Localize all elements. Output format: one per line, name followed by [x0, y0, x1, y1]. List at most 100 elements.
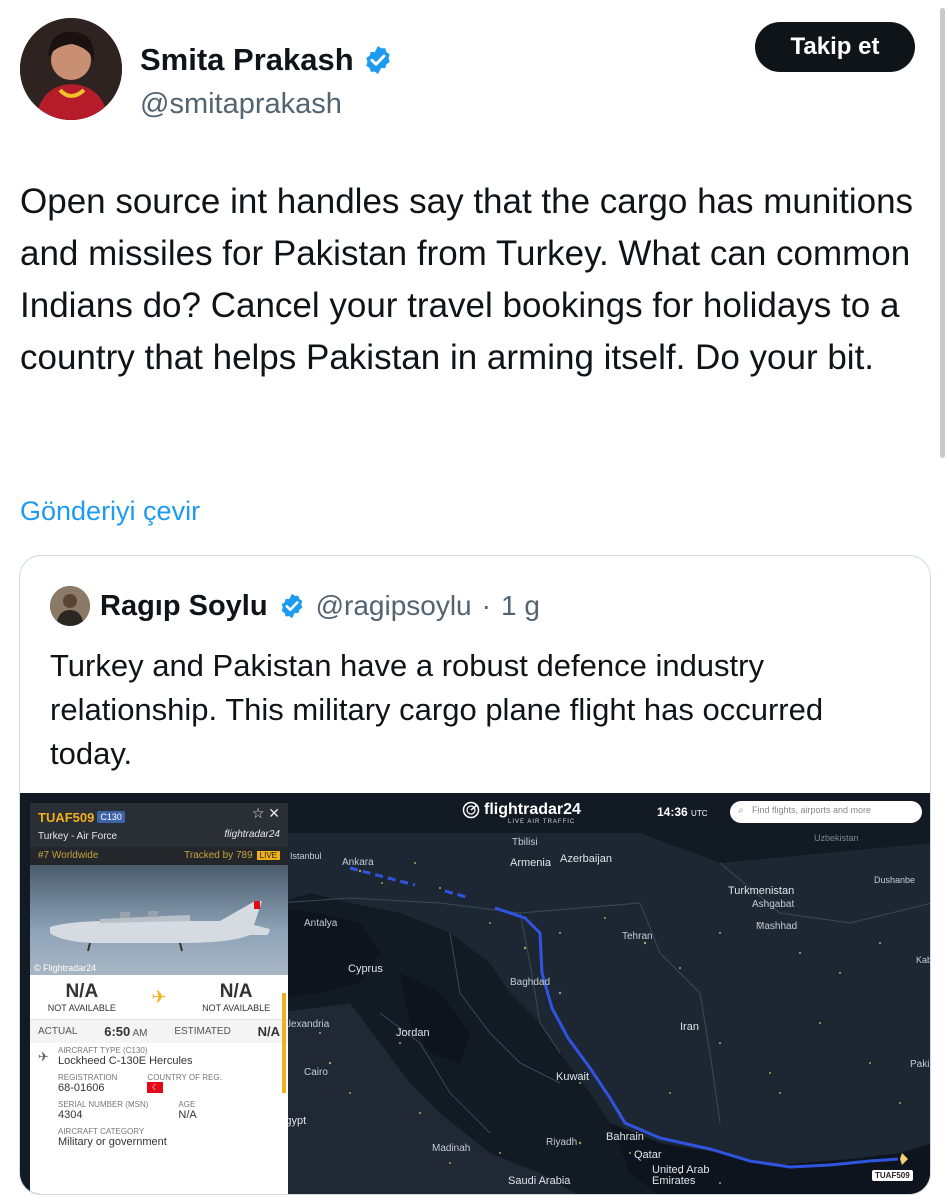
destination-code: N/A — [219, 981, 253, 1002]
map-label: Ankara — [342, 857, 374, 868]
flightradar-logo-subtitle: LIVE AIR TRAFFIC — [508, 819, 576, 825]
close-icon[interactable]: ☆ ✕ — [252, 805, 280, 822]
age-label: AGE — [178, 1100, 196, 1109]
serial-value: 4304 — [58, 1109, 83, 1121]
actual-label: ACTUAL — [38, 1026, 78, 1037]
actual-time: 6:50 AM — [104, 1024, 147, 1039]
map-label: Mashhad — [756, 921, 798, 932]
translate-post-link[interactable]: Gönderiyi çevir — [20, 496, 200, 527]
route-row: N/A NOT AVAILABLE ✈ N/A NOT AVAILABLE — [30, 975, 288, 1020]
map-label: Madinah — [432, 1143, 471, 1154]
quoted-tweet-card[interactable]: Ragıp Soylu @ragipsoylu · 1 g Turkey and… — [19, 555, 931, 1195]
quoted-tweet-header: Ragıp Soylu @ragipsoylu · 1 g — [50, 586, 540, 626]
destination-airport[interactable]: N/A NOT AVAILABLE — [202, 981, 270, 1013]
map-label: Ashgabat — [752, 899, 795, 910]
age-value: N/A — [178, 1109, 197, 1121]
map-label: Kab — [916, 955, 931, 965]
author-avatar[interactable] — [20, 18, 122, 120]
map-label: United Arab Emirates — [652, 1164, 710, 1187]
quoted-author-name[interactable]: Ragıp Soylu — [100, 590, 268, 623]
map-label: Baghdad — [510, 977, 551, 988]
serial-label: SERIAL NUMBER (MSN) — [58, 1100, 149, 1109]
search-icon: ⌕ — [738, 805, 744, 816]
time-row: ACTUAL 6:50 AM ESTIMATED N/A — [30, 1020, 288, 1043]
aircraft-photo[interactable]: © Flightradar24 — [30, 865, 288, 975]
verified-badge-icon — [365, 46, 390, 74]
separator-dot: · — [481, 590, 491, 621]
map-label: Bahrain — [606, 1131, 644, 1143]
quoted-author-avatar[interactable] — [50, 586, 90, 626]
aircraft-type-badge: C130 — [97, 811, 125, 823]
quoted-tweet-text: Turkey and Pakistan have a robust defenc… — [50, 648, 824, 771]
photo-credit: © Flightradar24 — [34, 963, 97, 973]
map-label: Armenia — [510, 857, 551, 869]
flight-panel-header: TUAF509 C130 Turkey - Air Force ☆ ✕ fligh… — [30, 803, 288, 865]
flight-map-tag[interactable]: TUAF509 — [872, 1170, 913, 1181]
search-placeholder: Find flights, airports and more — [752, 805, 872, 815]
tweet-text: Open source int handles say that the car… — [20, 182, 914, 377]
category-value: Military or government — [58, 1136, 167, 1148]
registration-value: 68-01606 — [58, 1082, 105, 1094]
live-badge: LIVE — [256, 851, 280, 860]
map-label: Azerbaijan — [560, 853, 612, 865]
map-label: Turkmenistan — [728, 885, 795, 897]
flightradar-search-input[interactable]: ⌕ Find flights, airports and more — [730, 801, 922, 823]
flightradar-logo-text: flightradar24 — [484, 801, 581, 818]
registration-section: REGISTRATION 68-01606 COUNTRY OF REG. ☾ — [30, 1070, 288, 1097]
author-name[interactable]: Smita Prakash — [140, 42, 354, 78]
page-scrollbar[interactable] — [940, 8, 945, 458]
quoted-tweet-time[interactable]: 1 g — [501, 590, 540, 622]
author-name-row: Smita Prakash — [140, 42, 394, 78]
tracked-count-text: Tracked by 789 — [184, 850, 253, 861]
map-label: Iran — [680, 1021, 699, 1033]
origin-code: N/A — [65, 981, 99, 1002]
follow-button[interactable]: Takip et — [755, 22, 915, 72]
airplane-icon: ✈ — [38, 1049, 49, 1064]
origin-name: NOT AVAILABLE — [47, 1003, 116, 1013]
panel-brand: flightradar24 — [224, 829, 280, 840]
flight-rank-row: #7 Worldwide Tracked by 789 LIVE — [30, 847, 288, 865]
map-label: Antalya — [304, 918, 338, 929]
tweet-header: Smita Prakash @smitaprakash Takip et — [20, 18, 915, 122]
actual-time-suffix: AM — [132, 1028, 148, 1039]
map-label: Qatar — [634, 1149, 662, 1161]
flightradar-screenshot[interactable]: Istanbul Ankara Antalya Cyprus Tbilisi A… — [20, 793, 931, 1194]
map-label: Saudi Arabia — [508, 1175, 571, 1187]
aircraft-type-section: ✈ AIRCRAFT TYPE (C130) Lockheed C-130E H… — [30, 1043, 288, 1070]
author-handle[interactable]: @smitaprakash — [140, 88, 342, 121]
verified-badge-icon — [281, 593, 302, 619]
map-label: Alexandria — [282, 1019, 330, 1030]
actual-time-value: 6:50 — [104, 1024, 131, 1039]
airplane-icon: ✈ — [151, 986, 167, 1007]
utc-clock-value: 14:36 — [657, 805, 688, 819]
flight-info-panel: TUAF509 C130 Turkey - Air Force ☆ ✕ fligh… — [30, 803, 288, 1194]
aircraft-type-label: AIRCRAFT TYPE (C130) — [58, 1046, 148, 1055]
map-label: Uzbekistan — [814, 833, 859, 843]
utc-clock-zone: UTC — [691, 809, 708, 818]
map-label: Istanbul — [290, 851, 322, 861]
radar-icon — [462, 801, 480, 819]
map-label: Riyadh — [546, 1137, 578, 1148]
panel-scrollbar[interactable] — [282, 993, 286, 1093]
estimated-value: N/A — [257, 1024, 280, 1039]
category-label: AIRCRAFT CATEGORY — [58, 1127, 145, 1136]
destination-name: NOT AVAILABLE — [202, 1003, 271, 1013]
flightradar-logo: flightradar24 — [462, 801, 581, 819]
map-label: Cairo — [304, 1067, 328, 1078]
category-section: AIRCRAFT CATEGORY Military or government — [30, 1124, 288, 1151]
country-label: COUNTRY OF REG. — [147, 1073, 222, 1082]
map-label: Dushanbe — [874, 875, 916, 885]
utc-clock: 14:36 UTC — [657, 805, 708, 819]
tracked-count: Tracked by 789 LIVE — [184, 850, 280, 862]
flight-rank: #7 Worldwide — [38, 850, 99, 861]
origin-airport[interactable]: N/A NOT AVAILABLE — [48, 981, 116, 1013]
turkey-flag-icon: ☾ — [147, 1082, 164, 1093]
map-label: Cyprus — [348, 963, 383, 975]
flight-callsign: TUAF509 — [38, 810, 95, 825]
map-label: Tehran — [622, 931, 653, 942]
aircraft-type-value: Lockheed C-130E Hercules — [58, 1055, 193, 1067]
map-label: Jordan — [396, 1027, 430, 1039]
map-label: Kuwait — [556, 1071, 590, 1083]
serial-section: SERIAL NUMBER (MSN) 4304 AGE N/A — [30, 1097, 288, 1124]
quoted-author-handle[interactable]: @ragipsoylu — [316, 590, 472, 622]
